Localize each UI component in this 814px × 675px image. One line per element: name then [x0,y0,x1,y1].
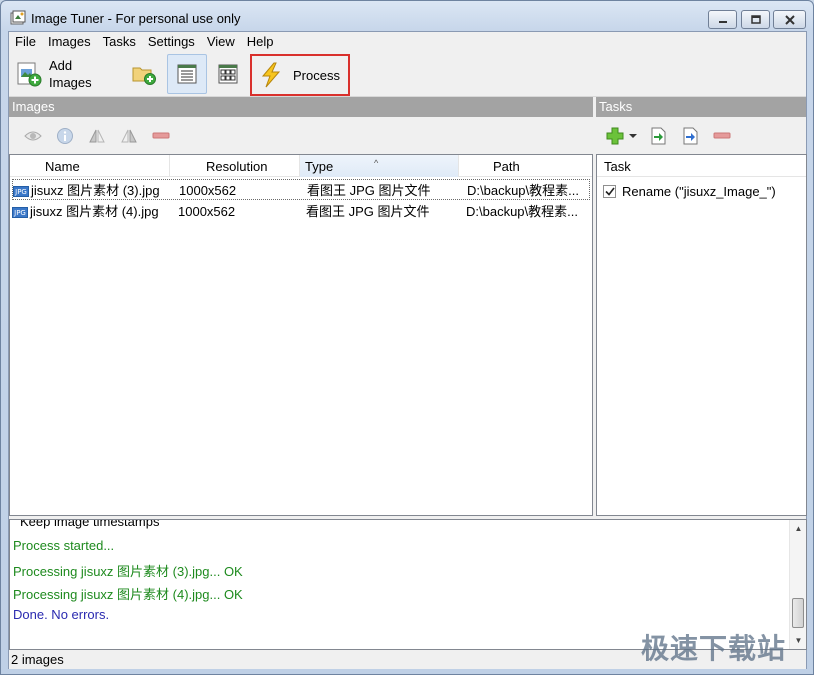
remove-image-button[interactable] [145,126,177,146]
add-images-icon [17,62,42,87]
flip-right-icon [121,129,137,142]
menu-help[interactable]: Help [241,32,280,52]
details-view-button[interactable] [167,54,207,94]
import-icon [651,127,666,144]
tasks-list[interactable]: Task Rename ("jisuxz_Image_") [596,154,807,516]
log-line: Processing jisuxz 图片素材 (3).jpg... OK [13,564,243,579]
thumbnails-view-icon [218,64,238,84]
task-column-header[interactable]: Task [597,155,806,177]
remove-task-button[interactable] [706,126,738,146]
file-name-cell: JPG jisuxz 图片素材 (3).jpg [13,180,175,201]
jpg-file-icon: JPG [12,207,28,219]
minimize-icon [718,20,727,23]
lightning-icon [261,62,281,88]
scroll-thumb[interactable] [792,598,804,628]
log-line-partial: Keep image timestamps [20,519,160,529]
process-button[interactable]: Process [250,54,350,96]
process-label: Process [293,67,340,83]
app-window: Image Tuner - For personal use only File… [0,0,814,675]
column-header-resolution[interactable]: Resolution [170,155,300,177]
import-task-button[interactable] [642,126,674,146]
task-checkbox[interactable] [603,184,616,198]
log-line: Process started... [13,538,115,553]
sort-ascending-icon: ^ [374,158,379,168]
flip-left-icon [89,129,105,142]
menu-tasks[interactable]: Tasks [97,32,142,52]
jpg-file-icon: JPG [13,186,29,198]
task-label: Rename ("jisuxz_Image_") [622,183,776,199]
table-row[interactable]: JPG jisuxz 图片素材 (4).jpg 1000x562 看图王 JPG … [12,201,590,222]
app-icon [10,10,26,25]
main-toolbar: Add Images Process [9,52,806,97]
export-icon [683,127,698,144]
menu-bar: File Images Tasks Settings View Help [9,32,806,52]
add-folder-icon [132,67,156,85]
column-header-name[interactable]: Name [10,155,170,177]
scroll-down-arrow-icon[interactable]: ▼ [790,632,806,649]
window-title: Image Tuner - For personal use only [31,11,241,26]
log-line: Processing jisuxz 图片素材 (4).jpg... OK [13,587,243,602]
flip-right-button[interactable] [113,126,145,146]
add-folder-button[interactable] [127,54,161,94]
scroll-up-arrow-icon[interactable]: ▲ [790,520,806,537]
resolution-cell: 1000x562 [179,183,237,198]
tasks-panel-header: Tasks [596,97,806,117]
minimize-button[interactable] [708,10,737,29]
path-cell: D:\backup\教程素... [467,183,579,198]
menu-view[interactable]: View [201,32,241,52]
file-name: jisuxz 图片素材 (3).jpg [31,183,160,198]
minus-icon [713,132,731,138]
minus-icon [152,132,170,138]
info-button[interactable] [49,126,81,146]
images-list[interactable]: Name Resolution Type ^ Path JPG jisuxz 图片… [9,154,593,516]
maximize-icon [750,15,761,24]
table-row[interactable]: JPG jisuxz 图片素材 (3).jpg 1000x562 看图王 JPG … [12,179,590,200]
checkmark-icon [604,187,615,196]
close-button[interactable] [773,10,806,29]
thumbnails-view-button[interactable] [211,54,245,94]
log-scrollbar[interactable]: ▲ ▼ [789,520,806,649]
menu-images[interactable]: Images [42,32,97,52]
images-list-header: Name Resolution Type ^ Path [10,155,592,177]
task-item[interactable]: Rename ("jisuxz_Image_") [603,182,776,200]
type-cell: 看图王 JPG 图片文件 [306,204,430,219]
tasks-toolbar [596,118,806,153]
add-images-button[interactable]: Add Images [15,54,111,94]
images-toolbar [9,118,593,153]
column-header-type-label: Type [305,159,334,174]
maximize-button[interactable] [741,10,770,29]
preview-button[interactable] [17,126,49,146]
add-images-label: Add Images [49,58,92,90]
type-cell: 看图王 JPG 图片文件 [307,183,431,198]
title-bar[interactable]: Image Tuner - For personal use only [1,1,813,31]
file-name: jisuxz 图片素材 (4).jpg [30,204,159,219]
close-icon [784,14,795,25]
plus-icon [606,127,624,144]
flip-left-button[interactable] [81,126,113,146]
eye-icon [24,131,42,140]
column-header-type[interactable]: Type ^ [300,155,459,177]
info-icon [57,127,73,144]
images-panel-header: Images [9,97,593,117]
log-line: Done. No errors. [13,607,110,622]
file-name-cell: JPG jisuxz 图片素材 (4).jpg [12,201,174,222]
export-task-button[interactable] [674,126,706,146]
resolution-cell: 1000x562 [178,204,236,219]
watermark: 极速下载站 [641,632,787,665]
path-cell: D:\backup\教程素... [466,204,578,219]
menu-file[interactable]: File [9,32,42,52]
client-area: File Images Tasks Settings View Help Add… [8,31,807,669]
add-task-button[interactable] [602,126,642,146]
dropdown-arrow-icon [629,133,637,138]
menu-settings[interactable]: Settings [142,32,201,52]
details-view-icon [177,64,197,84]
column-header-path[interactable]: Path [459,155,592,177]
